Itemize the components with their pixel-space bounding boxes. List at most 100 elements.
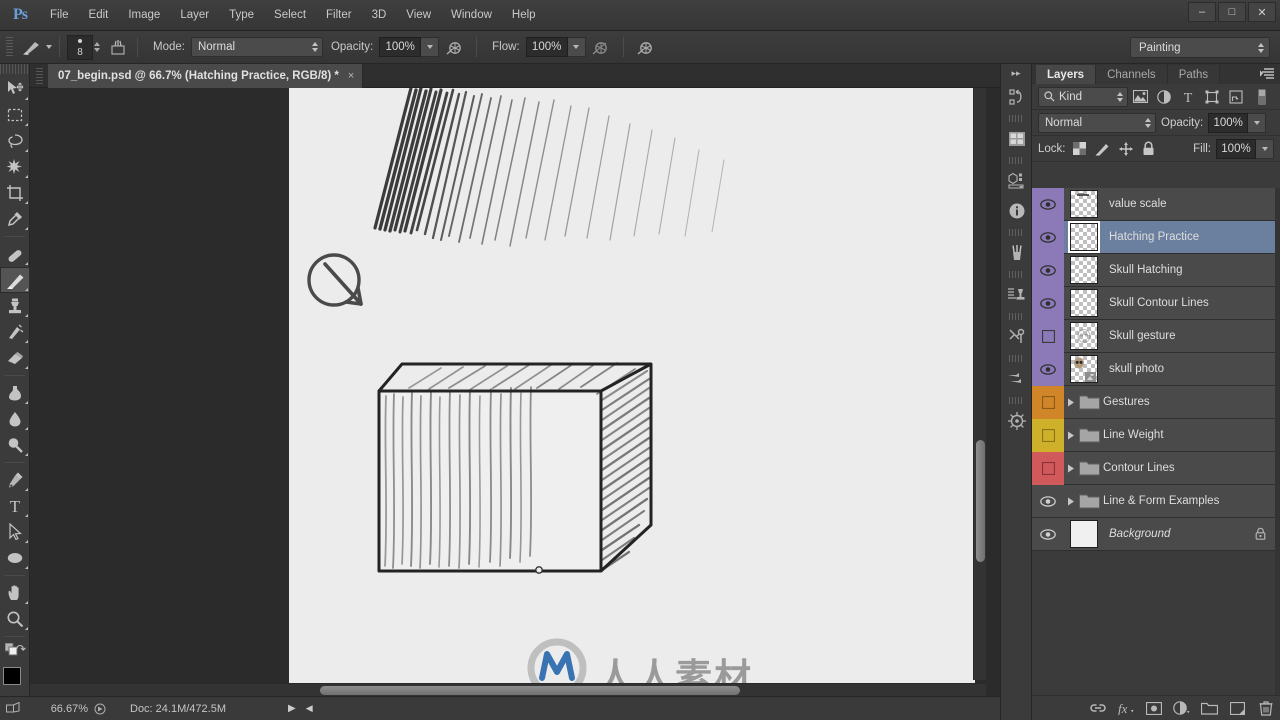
menu-view[interactable]: View (396, 0, 441, 31)
zoom-dropdown-icon[interactable] (92, 703, 108, 715)
history-brush-tool[interactable] (0, 319, 30, 345)
spot-healing-brush-tool[interactable] (0, 241, 30, 267)
table-row[interactable]: Line Weight (1032, 418, 1280, 452)
layer-visibility-toggle[interactable] (1032, 220, 1064, 254)
zoom-level[interactable]: 66.67% (30, 703, 92, 715)
layer-visibility-toggle[interactable] (1032, 451, 1064, 485)
menu-file[interactable]: File (40, 0, 79, 31)
layer-visibility-toggle[interactable] (1032, 286, 1064, 320)
ellipse-shape-tool[interactable] (0, 545, 30, 571)
layer-thumbnail[interactable] (1064, 188, 1104, 221)
layer-name[interactable]: value scale (1104, 198, 1167, 210)
tab-strip-grip[interactable] (36, 68, 43, 84)
crop-tool[interactable] (0, 180, 30, 206)
info-panel-icon[interactable] (1001, 196, 1033, 226)
lasso-tool[interactable] (0, 128, 30, 154)
lock-transparency-icon[interactable] (1071, 140, 1089, 158)
options-bar-grip[interactable] (6, 37, 13, 57)
table-row[interactable]: Skull Hatching (1032, 253, 1280, 287)
eraser-tool[interactable] (0, 345, 30, 371)
tab-paths[interactable]: Paths (1167, 65, 1221, 84)
table-row[interactable]: Background (1032, 518, 1280, 551)
layer-visibility-toggle[interactable] (1032, 485, 1064, 518)
new-group-icon[interactable] (1201, 700, 1218, 717)
table-row[interactable]: Hatching Practice (1032, 220, 1280, 254)
dock-expand-icon[interactable]: ▸▸ (1001, 64, 1031, 82)
layer-blend-mode-select[interactable]: Normal (1038, 112, 1156, 133)
menu-filter[interactable]: Filter (316, 0, 362, 31)
layer-visibility-toggle[interactable] (1032, 385, 1064, 419)
fill-field[interactable]: 100% (1216, 138, 1256, 159)
mini-bridge-icon[interactable] (1001, 124, 1033, 154)
layers-panel-scrollbar[interactable] (1275, 188, 1280, 720)
group-expand-arrow-icon[interactable] (1064, 398, 1078, 407)
tools-panel-grip[interactable] (0, 64, 29, 74)
canvas-horizontal-scrollbar[interactable] (30, 683, 986, 696)
close-button[interactable]: ✕ (1248, 2, 1276, 22)
type-tool[interactable]: T (0, 493, 30, 519)
layer-visibility-toggle[interactable] (1032, 319, 1064, 353)
table-row[interactable]: value scale (1032, 188, 1280, 221)
tablet-pressure-opacity-icon[interactable] (442, 36, 466, 58)
tool-presets-panel-icon[interactable] (1001, 322, 1033, 352)
minimize-button[interactable]: – (1188, 2, 1216, 22)
history-panel-icon[interactable] (1001, 82, 1033, 112)
table-row[interactable]: Skull gesture (1032, 319, 1280, 353)
menu-window[interactable]: Window (441, 0, 502, 31)
layer-visibility-toggle[interactable] (1032, 253, 1064, 287)
pen-tool[interactable] (0, 467, 30, 493)
gradient-tool[interactable] (0, 380, 30, 406)
document-canvas[interactable]: 人人素材 www.rr-sc.com (289, 88, 975, 696)
workspace-switcher[interactable]: Painting (1130, 37, 1270, 58)
menu-select[interactable]: Select (264, 0, 316, 31)
flow-field[interactable]: 100% (525, 37, 568, 57)
brush-presets-panel-icon[interactable] (1001, 364, 1033, 394)
layer-visibility-toggle[interactable] (1032, 352, 1064, 386)
new-layer-icon[interactable] (1229, 700, 1246, 717)
blur-tool[interactable] (0, 406, 30, 432)
tab-layers[interactable]: Layers (1036, 65, 1097, 84)
adjustment-filter-icon[interactable] (1152, 86, 1176, 108)
canvas-vertical-scroll-thumb[interactable] (976, 440, 985, 562)
layer-visibility-toggle[interactable] (1032, 188, 1064, 221)
layer-name[interactable]: Gestures (1102, 396, 1150, 408)
layer-opacity-field[interactable]: 100% (1208, 112, 1249, 133)
panel-menu-icon[interactable] (1260, 68, 1274, 79)
opacity-field[interactable]: 100% (379, 37, 422, 57)
navigator-panel-icon[interactable] (1001, 406, 1033, 436)
layer-thumbnail[interactable] (1064, 254, 1104, 287)
foreground-color-swatch[interactable] (3, 667, 21, 685)
canvas-vertical-scrollbar[interactable] (973, 88, 986, 680)
lock-position-icon[interactable] (1117, 140, 1135, 158)
layer-name[interactable]: Line & Form Examples (1102, 495, 1219, 507)
canvas-area[interactable]: 人人素材 www.rr-sc.com (30, 88, 1000, 696)
clone-source-panel-icon[interactable] (1001, 280, 1033, 310)
zoom-tool[interactable] (0, 606, 30, 632)
brush-size-field[interactable]: 8 (67, 34, 93, 60)
quick-selection-tool[interactable] (0, 154, 30, 180)
layer-name[interactable]: Skull Hatching (1104, 264, 1183, 276)
layer-thumbnail[interactable] (1064, 320, 1104, 353)
layer-name[interactable]: Line Weight (1102, 429, 1164, 441)
layer-visibility-toggle[interactable] (1032, 418, 1064, 452)
layer-visibility-toggle[interactable] (1032, 518, 1064, 551)
add-layer-mask-icon[interactable] (1145, 700, 1162, 717)
table-row[interactable]: Gestures (1032, 385, 1280, 419)
close-document-icon[interactable]: × (348, 70, 354, 82)
document-tab[interactable]: 07_begin.psd @ 66.7% (Hatching Practice,… (48, 64, 364, 88)
delete-layer-icon[interactable] (1257, 700, 1274, 717)
layer-thumbnail[interactable] (1064, 518, 1104, 551)
shape-filter-icon[interactable] (1200, 86, 1224, 108)
path-selection-tool[interactable] (0, 519, 30, 545)
layer-name[interactable]: Background (1104, 528, 1170, 540)
clone-stamp-tool[interactable] (0, 293, 30, 319)
layer-style-fx-icon[interactable]: fx (1117, 700, 1134, 717)
eyedropper-tool[interactable] (0, 206, 30, 232)
lock-image-icon[interactable] (1094, 140, 1112, 158)
status-expand-icon[interactable]: ▶ (288, 703, 296, 714)
brush-tool[interactable] (0, 267, 30, 293)
table-row[interactable]: Skull Contour Lines (1032, 286, 1280, 320)
symmetry-icon[interactable] (634, 36, 658, 58)
swap-colors-icon[interactable]: ↷ (16, 642, 26, 656)
maximize-button[interactable]: □ (1218, 2, 1246, 22)
